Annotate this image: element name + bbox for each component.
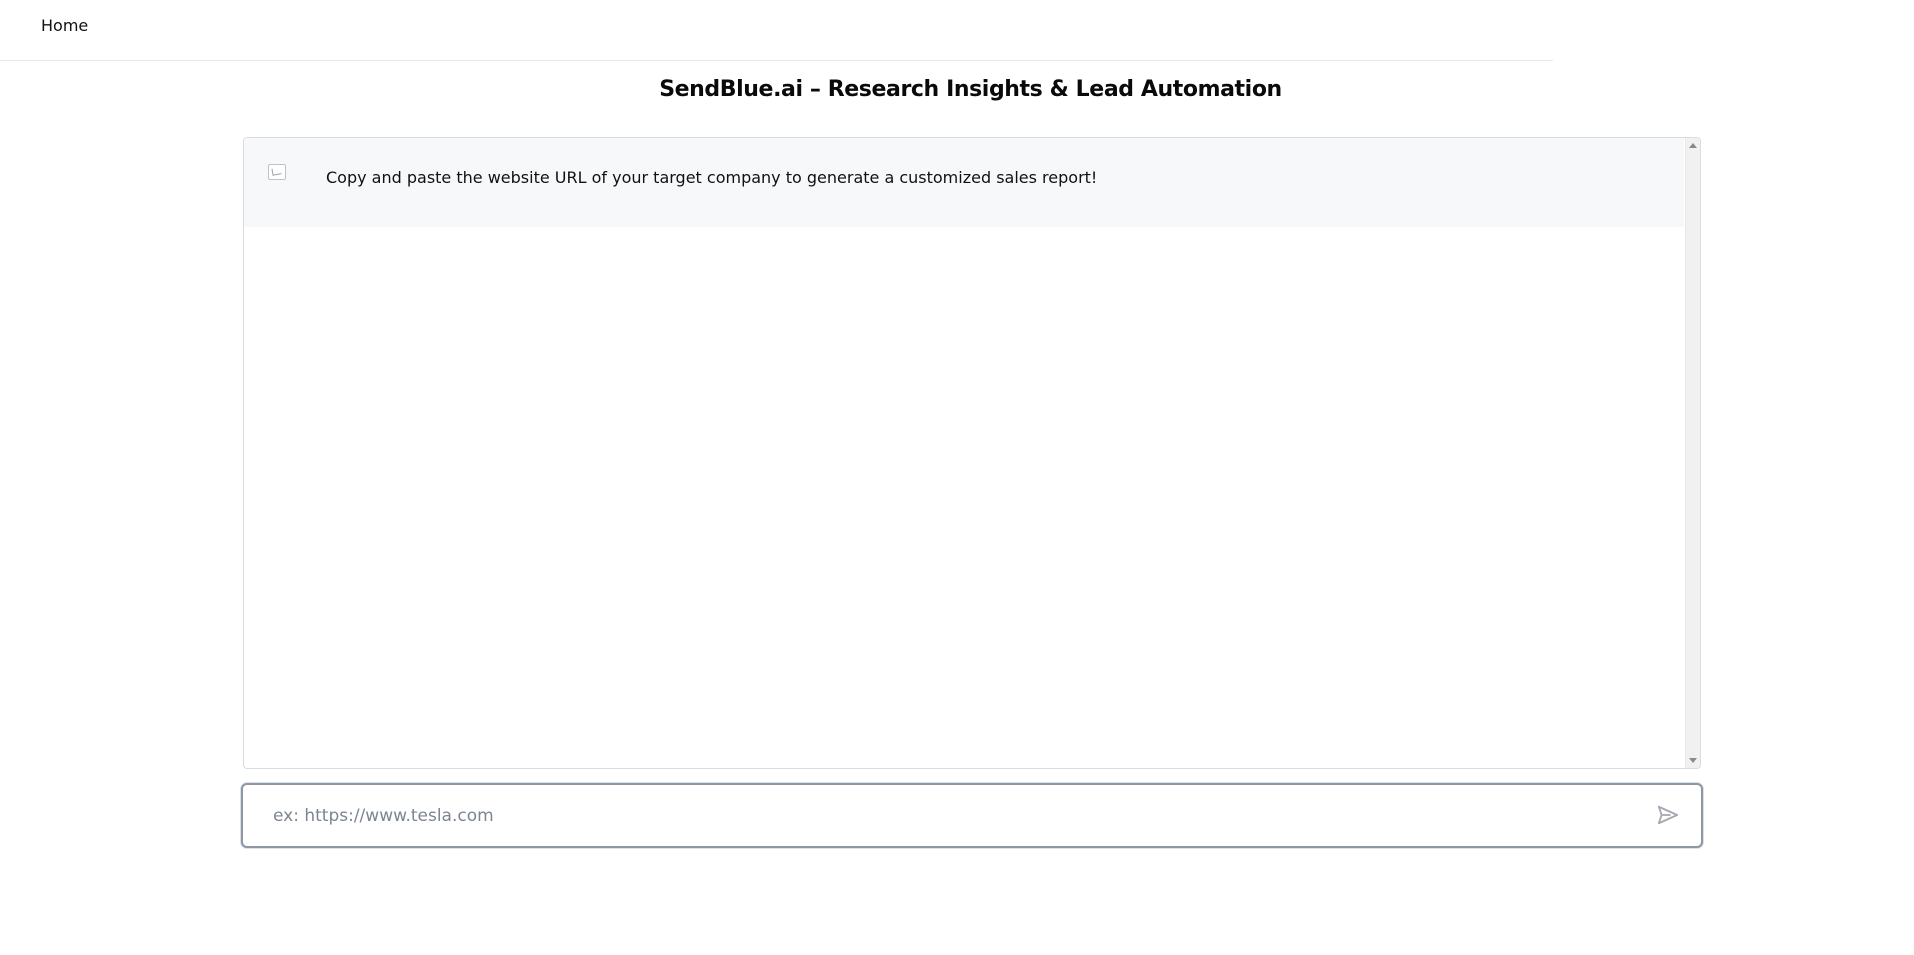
- chat-scrollbar[interactable]: [1685, 138, 1700, 768]
- url-input-bar: [241, 783, 1703, 848]
- message-text: Copy and paste the website URL of your t…: [326, 168, 1098, 187]
- page-title: SendBlue.ai – Research Insights & Lead A…: [659, 77, 1282, 102]
- chat-panel: Copy and paste the website URL of your t…: [243, 137, 1701, 769]
- broken-image-icon: [268, 164, 286, 180]
- top-nav: Home: [0, 0, 1553, 61]
- assistant-message: Copy and paste the website URL of your t…: [244, 138, 1684, 227]
- chat-messages: Copy and paste the website URL of your t…: [244, 138, 1684, 768]
- nav-home-link[interactable]: Home: [41, 16, 88, 35]
- send-icon: [1657, 805, 1679, 825]
- scroll-down-arrow-icon[interactable]: [1689, 758, 1697, 763]
- scroll-up-arrow-icon[interactable]: [1689, 143, 1697, 148]
- url-input[interactable]: [273, 799, 1633, 833]
- send-button[interactable]: [1657, 803, 1681, 827]
